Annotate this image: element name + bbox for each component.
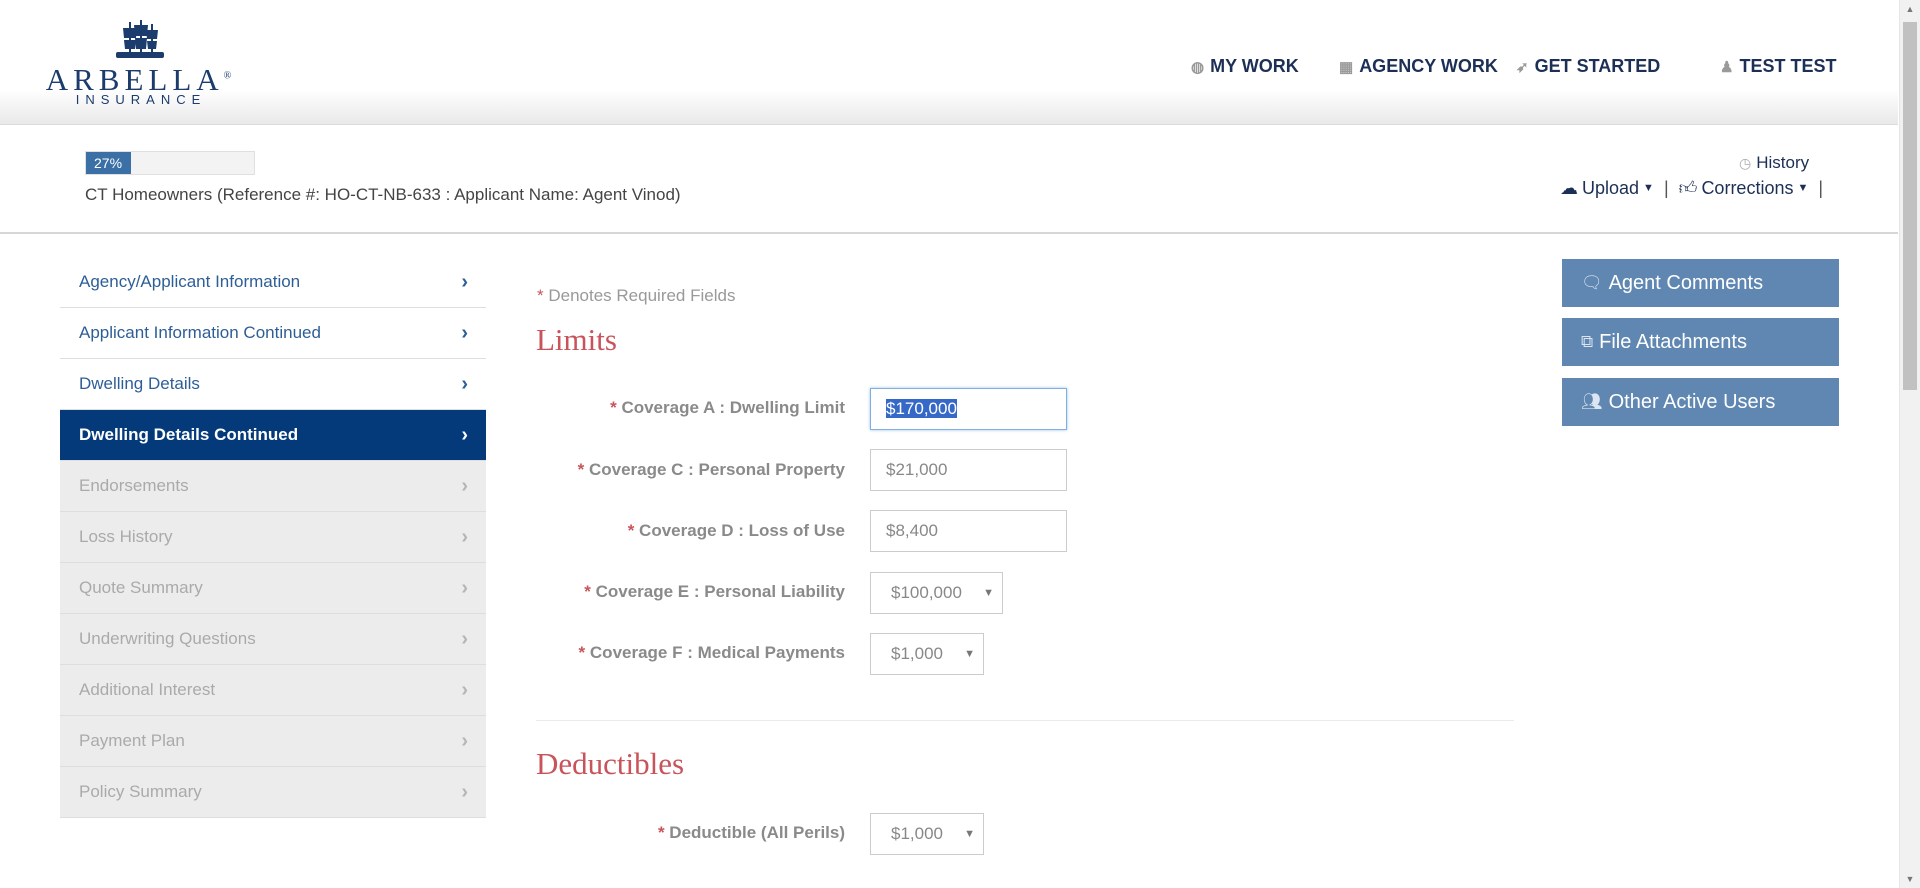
sidebar-item-label: Additional Interest — [79, 680, 216, 699]
chevron-right-icon: › — [461, 271, 468, 293]
sidebar-item-label: Underwriting Questions — [79, 629, 256, 648]
sidebar-item-agency-applicant-information[interactable]: Agency/Applicant Information › — [60, 257, 486, 308]
agent-comments-button[interactable]: 🗨︎ Agent Comments — [1562, 259, 1839, 307]
nav-agency-work[interactable]: ▦ AGENCY WORK — [1339, 56, 1498, 77]
dropdown-arrow-icon: ▼ — [964, 828, 975, 840]
header-actions: ☁ Upload ▼ | 👍︎ Corrections ▼ | — [1560, 177, 1823, 199]
nav-my-work-label: MY WORK — [1210, 56, 1299, 76]
sidebar-item-label: Payment Plan — [79, 731, 185, 750]
sidebar-item-policy-summary: Policy Summary › — [60, 767, 486, 818]
chevron-right-icon: › — [461, 424, 468, 446]
sidebar-item-label: Loss History — [79, 527, 173, 546]
chevron-right-icon: › — [461, 730, 468, 752]
progress-bar: 27% — [85, 151, 255, 175]
scroll-up-icon[interactable]: ▲ — [1900, 0, 1920, 18]
comments-icon: 🗨︎ — [1581, 273, 1603, 292]
deductible-label: * Deductible (All Perils) — [657, 823, 845, 842]
coverage-c-label: * Coverage C : Personal Property — [577, 460, 845, 479]
sidebar-item-label: Agency/Applicant Information — [79, 272, 301, 291]
logo-subtext: INSURANCE — [75, 92, 207, 107]
chevron-right-icon: › — [461, 322, 468, 344]
nav-get-started[interactable]: ➶ GET STARTED — [1516, 56, 1660, 77]
sidebar-item-label: Dwelling Details — [79, 374, 200, 393]
history-label: History — [1756, 153, 1810, 172]
upload-label: Upload — [1582, 177, 1640, 198]
corrections-dropdown[interactable]: 👍︎ Corrections ▼ — [1679, 177, 1809, 199]
chevron-right-icon: › — [461, 475, 468, 497]
chevron-right-icon: › — [461, 781, 468, 803]
sidebar-item-quote-summary: Quote Summary › — [60, 563, 486, 614]
caret-down-icon: ▼ — [1797, 182, 1809, 194]
coverage-c-input[interactable]: $21,000 — [870, 449, 1067, 491]
reference-text: CT Homeowners (Reference #: HO-CT-NB-633… — [85, 185, 681, 204]
sidebar-item-underwriting-questions: Underwriting Questions › — [60, 614, 486, 665]
nav-user-menu[interactable]: ♟ TEST TEST — [1720, 56, 1836, 77]
scrollbar-thumb[interactable] — [1903, 22, 1917, 390]
upload-dropdown[interactable]: ☁ Upload ▼ — [1560, 178, 1654, 199]
sidebar-item-payment-plan: Payment Plan › — [60, 716, 486, 767]
caret-down-icon: ▼ — [1643, 182, 1654, 194]
coverage-a-label: * Coverage A : Dwelling Limit — [610, 398, 845, 417]
cloud-upload-icon: ☁ — [1560, 177, 1578, 198]
section-divider — [536, 720, 1514, 721]
nav-my-work[interactable]: ◍ MY WORK — [1191, 56, 1299, 77]
nav-get-started-label: GET STARTED — [1534, 56, 1661, 76]
sidebar-item-additional-interest: Additional Interest › — [60, 665, 486, 716]
chevron-right-icon: › — [461, 373, 468, 395]
rocket-icon: ➶ — [1516, 58, 1529, 76]
user-icon: ♟ — [1720, 58, 1734, 76]
separator: | — [1818, 177, 1824, 198]
coverage-a-input[interactable]: $170,000 — [870, 388, 1067, 430]
required-fields-note: * Denotes Required Fields — [537, 286, 736, 305]
coverage-e-select[interactable]: $100,000 ▼ — [870, 572, 1003, 614]
sidebar-item-label: Policy Summary — [79, 782, 202, 801]
sidebar-item-label: Quote Summary — [79, 578, 203, 597]
deductibles-heading: Deductibles — [536, 746, 685, 781]
sidebar-item-label: Dwelling Details Continued — [79, 425, 299, 444]
chevron-right-icon: › — [461, 526, 468, 548]
section-sidebar: Agency/Applicant Information › Applicant … — [60, 257, 486, 818]
sidebar-item-label: Endorsements — [79, 476, 189, 495]
sidebar-item-dwelling-details[interactable]: Dwelling Details › — [60, 359, 486, 410]
chevron-right-icon: › — [461, 577, 468, 599]
dropdown-arrow-icon: ▼ — [964, 648, 975, 660]
coverage-f-label: * Coverage F : Medical Payments — [578, 643, 845, 662]
file-attachments-button[interactable]: ⧉ File Attachments — [1562, 318, 1839, 366]
arbella-logo[interactable]: ARBELLA® INSURANCE — [36, 18, 246, 110]
corrections-label: Corrections — [1701, 177, 1794, 198]
chevron-right-icon: › — [461, 628, 468, 650]
top-header: ARBELLA® INSURANCE ◍ MY WORK ▦ AGENCY WO… — [0, 0, 1898, 125]
sidebar-item-dwelling-details-continued[interactable]: Dwelling Details Continued › — [60, 410, 486, 461]
coverage-d-input[interactable]: $8,400 — [870, 510, 1067, 552]
other-active-users-button[interactable]: 👥︎ Other Active Users — [1562, 378, 1839, 426]
copy-files-icon: ⧉ — [1581, 332, 1594, 351]
coverage-d-label: * Coverage D : Loss of Use — [627, 521, 845, 540]
coverage-e-label: * Coverage E : Personal Liability — [584, 582, 845, 601]
nav-agency-work-label: AGENCY WORK — [1359, 56, 1498, 76]
vertical-scrollbar[interactable]: ▲ ▼ — [1899, 0, 1920, 888]
deductible-select[interactable]: $1,000 ▼ — [870, 813, 984, 855]
scroll-down-icon[interactable]: ▼ — [1900, 870, 1920, 888]
users-icon: 👥︎ — [1581, 392, 1603, 411]
coverage-f-select[interactable]: $1,000 ▼ — [870, 633, 984, 675]
sidebar-item-loss-history: Loss History › — [60, 512, 486, 563]
dashboard-icon: ◍ — [1191, 58, 1205, 76]
chevron-right-icon: › — [461, 679, 468, 701]
history-link[interactable]: ◷ History — [1739, 153, 1809, 173]
ship-logo-icon — [116, 20, 164, 58]
nav-user-label: TEST TEST — [1739, 56, 1837, 76]
grid-icon: ▦ — [1339, 58, 1354, 76]
application-header: 27% CT Homeowners (Reference #: HO-CT-NB… — [0, 125, 1898, 234]
clock-icon: ◷ — [1739, 154, 1752, 171]
sidebar-item-endorsements: Endorsements › — [60, 461, 486, 512]
limits-heading: Limits — [536, 322, 617, 357]
sidebar-item-applicant-information-continued[interactable]: Applicant Information Continued › — [60, 308, 486, 359]
dropdown-arrow-icon: ▼ — [983, 587, 994, 599]
progress-fill: 27% — [86, 152, 132, 174]
separator: | — [1663, 177, 1669, 198]
sidebar-item-label: Applicant Information Continued — [79, 323, 321, 342]
thumbs-up-icon: 👍︎ — [1678, 178, 1698, 198]
